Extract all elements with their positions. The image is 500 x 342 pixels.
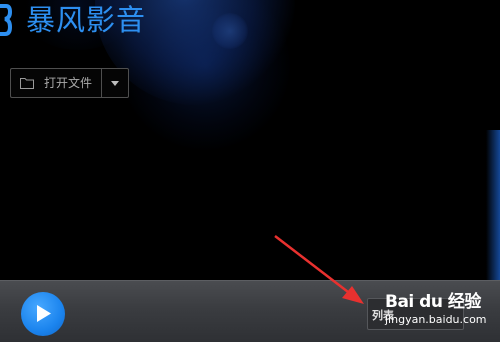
background-glow xyxy=(212,13,248,49)
open-file-group: 打开文件 xyxy=(10,68,130,98)
watermark-brand: Bai du 经验 xyxy=(385,292,481,312)
caret-down-icon xyxy=(111,81,119,86)
open-file-button[interactable]: 打开文件 xyxy=(10,68,102,98)
edge-glow xyxy=(486,130,500,280)
open-file-label: 打开文件 xyxy=(44,76,93,90)
play-button[interactable] xyxy=(21,292,65,336)
app-logo-icon xyxy=(0,4,12,36)
app-title: 暴风影音 xyxy=(26,3,147,37)
open-file-dropdown-button[interactable] xyxy=(102,68,129,98)
folder-icon xyxy=(20,78,34,89)
watermark-url: jingyan.baidu.com xyxy=(385,313,487,326)
watermark: Bai du 经验 jingyan.baidu.com xyxy=(385,289,497,329)
player-window: 暴风影音 打开文件 列表 Bai du 经验 jingyan.baidu.com xyxy=(0,0,500,342)
play-icon xyxy=(37,305,51,322)
